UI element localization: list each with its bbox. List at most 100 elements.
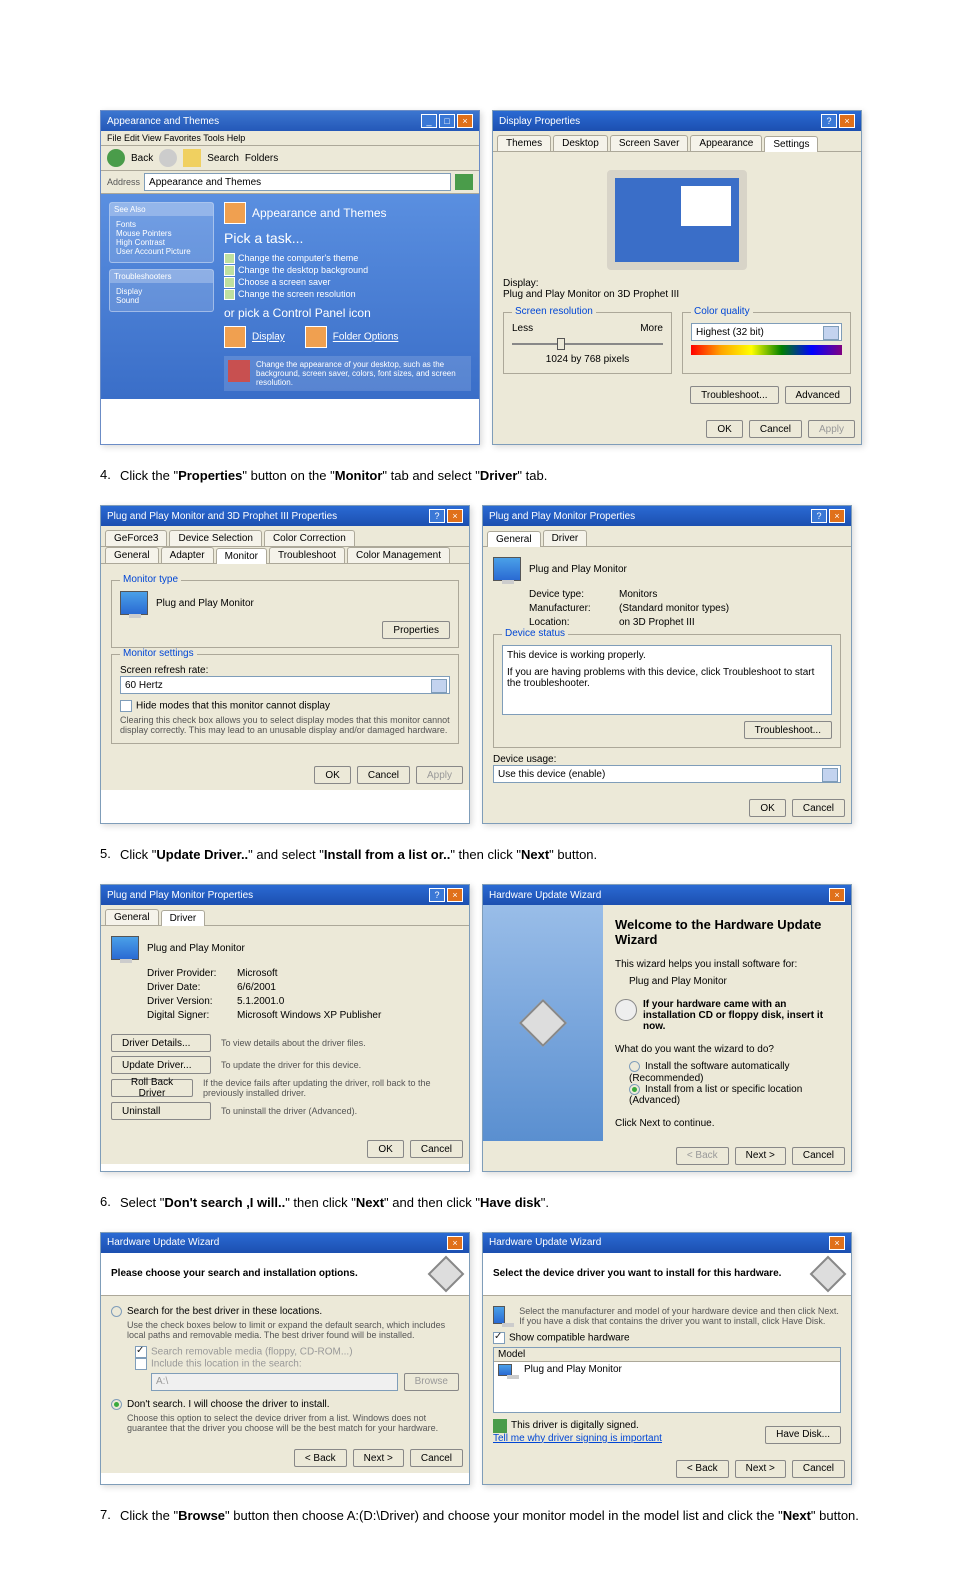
cancel-button[interactable]: Cancel — [749, 420, 802, 438]
sidebar-item[interactable]: User Account Picture — [116, 247, 207, 256]
update-driver-button[interactable]: Update Driver... — [111, 1056, 211, 1074]
sidebar-item[interactable]: Display — [116, 287, 207, 296]
tab-themes[interactable]: Themes — [497, 135, 551, 151]
signing-info-link[interactable]: Tell me why driver signing is important — [493, 1433, 662, 1444]
device-usage-select[interactable]: Use this device (enable) — [493, 765, 841, 783]
sidebar-item[interactable]: Mouse Pointers — [116, 229, 207, 238]
next-button[interactable]: Next > — [735, 1147, 786, 1165]
troubleshoot-button[interactable]: Troubleshoot... — [690, 386, 778, 404]
cp-icon-folder-options[interactable]: Folder Options — [305, 326, 399, 348]
wizard-welcome-window: Hardware Update Wizard× Welcome to the H… — [482, 884, 852, 1171]
ok-button[interactable]: OK — [706, 420, 742, 438]
address-field[interactable]: Appearance and Themes — [144, 173, 451, 191]
tab-screensaver[interactable]: Screen Saver — [610, 135, 689, 151]
properties-button[interactable]: Properties — [382, 621, 450, 639]
cancel-button[interactable]: Cancel — [792, 1147, 845, 1165]
close-icon[interactable]: × — [839, 114, 855, 128]
sidebar-item[interactable]: Sound — [116, 296, 207, 305]
next-button[interactable]: Next > — [353, 1449, 404, 1467]
sidebar-item[interactable]: High Contrast — [116, 238, 207, 247]
back-button[interactable]: < Back — [676, 1460, 729, 1478]
minimize-icon[interactable]: _ — [421, 114, 437, 128]
tab-adapter[interactable]: Adapter — [161, 547, 214, 563]
task-link[interactable]: Change the screen resolution — [224, 288, 471, 300]
up-icon[interactable] — [183, 149, 201, 167]
dont-search-radio[interactable] — [111, 1399, 122, 1410]
tab-settings[interactable]: Settings — [764, 136, 818, 152]
tab-general[interactable]: General — [105, 909, 159, 925]
close-icon[interactable]: × — [829, 888, 845, 902]
resolution-slider[interactable] — [512, 334, 663, 354]
window-title: Plug and Play Monitor Properties — [107, 890, 253, 901]
hide-modes-checkbox[interactable] — [120, 700, 132, 712]
task-link[interactable]: Change the desktop background — [224, 264, 471, 276]
go-icon[interactable] — [455, 174, 473, 190]
tab-general[interactable]: General — [105, 547, 159, 563]
cancel-button[interactable]: Cancel — [792, 799, 845, 817]
close-icon[interactable]: × — [447, 1236, 463, 1250]
troubleshoot-button[interactable]: Troubleshoot... — [744, 721, 832, 739]
tab-appearance[interactable]: Appearance — [690, 135, 762, 151]
close-icon[interactable]: × — [829, 509, 845, 523]
back-icon[interactable] — [107, 149, 125, 167]
color-preview — [691, 345, 842, 355]
back-button[interactable]: < Back — [294, 1449, 347, 1467]
ok-button[interactable]: OK — [749, 799, 785, 817]
advanced-button[interactable]: Advanced — [785, 386, 851, 404]
uninstall-button[interactable]: Uninstall — [111, 1102, 211, 1120]
tab-desktop[interactable]: Desktop — [553, 135, 608, 151]
color-quality-label: Color quality — [691, 306, 753, 317]
search-best-radio[interactable] — [111, 1306, 122, 1317]
list-install-radio[interactable] — [629, 1084, 640, 1095]
cp-icon-display[interactable]: Display — [224, 326, 285, 348]
tab-driver[interactable]: Driver — [161, 910, 206, 926]
next-button[interactable]: Next > — [735, 1460, 786, 1478]
cancel-button[interactable]: Cancel — [357, 766, 410, 784]
tab-troubleshoot[interactable]: Troubleshoot — [269, 547, 345, 563]
show-compatible-checkbox[interactable] — [493, 1332, 505, 1344]
search-label[interactable]: Search — [207, 153, 239, 164]
tab-color-correction[interactable]: Color Correction — [264, 530, 355, 546]
close-icon[interactable]: × — [829, 1236, 845, 1250]
rollback-driver-button[interactable]: Roll Back Driver — [111, 1079, 193, 1097]
ok-button[interactable]: OK — [367, 1140, 403, 1158]
tab-device-selection[interactable]: Device Selection — [169, 530, 261, 546]
cancel-button[interactable]: Cancel — [410, 1449, 463, 1467]
tab-color-management[interactable]: Color Management — [347, 547, 450, 563]
model-list[interactable]: Plug and Play Monitor — [494, 1362, 840, 1412]
menubar[interactable]: File Edit View Favorites Tools Help — [101, 131, 479, 146]
troubleshooters-panel: Troubleshooters Display Sound — [109, 269, 214, 312]
forward-icon[interactable] — [159, 149, 177, 167]
task-link[interactable]: Choose a screen saver — [224, 276, 471, 288]
monitor-icon — [111, 936, 139, 960]
help-icon[interactable]: ? — [821, 114, 837, 128]
color-quality-select[interactable]: Highest (32 bit) — [691, 323, 842, 341]
sidebar-item[interactable]: Fonts — [116, 220, 207, 229]
tab-geforce3[interactable]: GeForce3 — [105, 530, 167, 546]
help-icon[interactable]: ? — [429, 888, 445, 902]
monitor-preview — [607, 170, 747, 270]
folders-label[interactable]: Folders — [245, 153, 278, 164]
tab-monitor[interactable]: Monitor — [216, 548, 267, 564]
task-link[interactable]: Change the computer's theme — [224, 252, 471, 264]
resolution-value: 1024 by 768 pixels — [512, 354, 663, 365]
help-icon[interactable]: ? — [811, 509, 827, 523]
close-icon[interactable]: × — [447, 888, 463, 902]
tab-driver[interactable]: Driver — [543, 530, 588, 546]
monitor-icon — [493, 557, 521, 581]
tab-general[interactable]: General — [487, 531, 541, 547]
auto-install-radio[interactable] — [629, 1061, 640, 1072]
ok-button[interactable]: OK — [314, 766, 350, 784]
wizard-select-driver-window: Hardware Update Wizard× Select the devic… — [482, 1232, 852, 1485]
cancel-button[interactable]: Cancel — [792, 1460, 845, 1478]
maximize-icon[interactable]: □ — [439, 114, 455, 128]
monitor-type-value: Plug and Play Monitor — [156, 598, 254, 609]
cancel-button[interactable]: Cancel — [410, 1140, 463, 1158]
close-icon[interactable]: × — [457, 114, 473, 128]
model-item[interactable]: Plug and Play Monitor — [524, 1364, 622, 1375]
driver-details-button[interactable]: Driver Details... — [111, 1034, 211, 1052]
close-icon[interactable]: × — [447, 509, 463, 523]
refresh-rate-select[interactable]: 60 Hertz — [120, 676, 450, 694]
help-icon[interactable]: ? — [429, 509, 445, 523]
have-disk-button[interactable]: Have Disk... — [765, 1426, 841, 1444]
